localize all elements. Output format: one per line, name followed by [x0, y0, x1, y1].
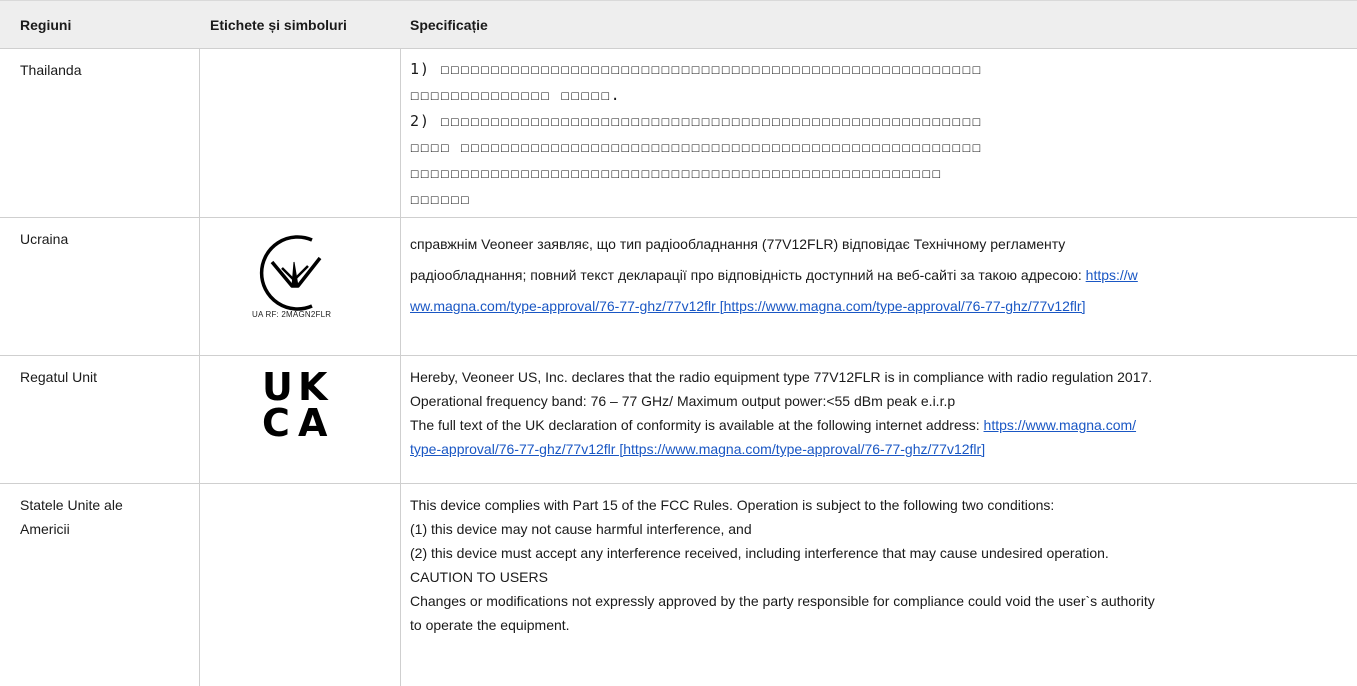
header-spec: Specificație [401, 17, 1357, 33]
spec-line: ww.magna.com/type-approval/76-77-ghz/77v… [410, 291, 1357, 322]
spec-line: радіообладнання; повний текст декларації… [410, 260, 1357, 291]
region-label: Statele Unite ale Americii [20, 497, 123, 537]
symbol-cell: U K C A [200, 356, 401, 483]
spec-line: 2) ☐☐☐☐☐☐☐☐☐☐☐☐☐☐☐☐☐☐☐☐☐☐☐☐☐☐☐☐☐☐☐☐☐☐☐☐☐… [410, 112, 982, 130]
region-label: Ucraina [20, 231, 69, 247]
spec-line: ☐☐☐☐☐☐ [410, 190, 471, 208]
header-spec-label: Specificație [410, 16, 488, 33]
spec-line: This device complies with Part 15 of the… [410, 497, 1055, 513]
header-region-label: Regiuni [20, 16, 72, 33]
table-header: Regiuni Etichete și simboluri Specificaț… [0, 0, 1357, 49]
ukca-letter: A [298, 401, 328, 445]
spec-line: (1) this device may not cause harmful in… [410, 521, 752, 537]
spec-line: Changes or modifications not expressly a… [410, 593, 1155, 609]
spec-line: справжнім Veoneer заявляє, що тип радіоо… [410, 236, 1066, 252]
region-label: Regatul Unit [20, 369, 98, 385]
spec-line: type-approval/76-77-ghz/77v12flr [https:… [410, 437, 1357, 461]
header-symbols-label: Etichete și simboluri [210, 16, 347, 33]
symbol-cell [200, 49, 401, 217]
region-cell: Statele Unite ale Americii [0, 484, 200, 686]
table-row-uk: Regatul Unit U K C A Hereby, Veoneer US,… [0, 356, 1357, 484]
spec-line: ☐☐☐☐☐☐☐☐☐☐☐☐☐☐☐☐☐☐☐☐☐☐☐☐☐☐☐☐☐☐☐☐☐☐☐☐☐☐☐☐… [410, 164, 942, 182]
table-row-usa: Statele Unite ale Americii This device c… [0, 484, 1357, 686]
symbol-cell [200, 484, 401, 686]
spec-line: Hereby, Veoneer US, Inc. declares that t… [410, 369, 1153, 385]
ukraine-rf-caption: UA RF: 2MAGN2FLR [252, 310, 332, 319]
region-cell: Regatul Unit [0, 356, 200, 483]
spec-line-text: радіообладнання; повний текст декларації… [410, 267, 1086, 283]
region-cell: Thailanda [0, 49, 200, 217]
declaration-link[interactable]: https://w [1086, 267, 1138, 283]
regulatory-table: Regiuni Etichete și simboluri Specificaț… [0, 0, 1357, 686]
ukraine-conformity-mark-icon [259, 235, 322, 311]
spec-line: ☐☐☐☐☐☐☐☐☐☐☐☐☐☐ ☐☐☐☐☐. [410, 86, 621, 104]
uk-declaration-link[interactable]: https://www.magna.com/ [984, 417, 1137, 433]
region-cell: Ucraina [0, 218, 200, 355]
table-row-ukraine: Ucraina UA RF: 2MAGN2FLR справжнім Veone… [0, 218, 1357, 356]
declaration-link[interactable]: ww.magna.com/type-approval/76-77-ghz/77v… [410, 298, 1085, 314]
spec-cell: Hereby, Veoneer US, Inc. declares that t… [401, 356, 1357, 483]
spec-cell: This device complies with Part 15 of the… [401, 484, 1357, 686]
spec-line: The full text of the UK declaration of c… [410, 413, 1357, 437]
symbol-cell: UA RF: 2MAGN2FLR [200, 218, 401, 355]
region-label: Thailanda [20, 62, 82, 78]
spec-line: (2) this device must accept any interfer… [410, 545, 1109, 561]
header-region: Regiuni [0, 17, 200, 33]
spec-line: Operational frequency band: 76 – 77 GHz/… [410, 393, 956, 409]
spec-cell: 1) ☐☐☐☐☐☐☐☐☐☐☐☐☐☐☐☐☐☐☐☐☐☐☐☐☐☐☐☐☐☐☐☐☐☐☐☐☐… [401, 49, 1357, 217]
spec-line: CAUTION TO USERS [410, 569, 548, 585]
spec-line: to operate the equipment. [410, 617, 570, 633]
spec-line-text: The full text of the UK declaration of c… [410, 417, 984, 433]
ukca-letter: C [262, 401, 290, 445]
uk-declaration-link[interactable]: type-approval/76-77-ghz/77v12flr [https:… [410, 441, 985, 457]
spec-line: 1) ☐☐☐☐☐☐☐☐☐☐☐☐☐☐☐☐☐☐☐☐☐☐☐☐☐☐☐☐☐☐☐☐☐☐☐☐☐… [410, 60, 982, 78]
spec-line: ☐☐☐☐ ☐☐☐☐☐☐☐☐☐☐☐☐☐☐☐☐☐☐☐☐☐☐☐☐☐☐☐☐☐☐☐☐☐☐☐… [410, 138, 982, 156]
header-symbols: Etichete și simboluri [200, 17, 401, 33]
spec-cell: справжнім Veoneer заявляє, що тип радіоо… [401, 218, 1357, 355]
table-row-thailand: Thailanda 1) ☐☐☐☐☐☐☐☐☐☐☐☐☐☐☐☐☐☐☐☐☐☐☐☐☐☐☐… [0, 49, 1357, 218]
ukca-mark-icon: U K C A [262, 368, 334, 445]
